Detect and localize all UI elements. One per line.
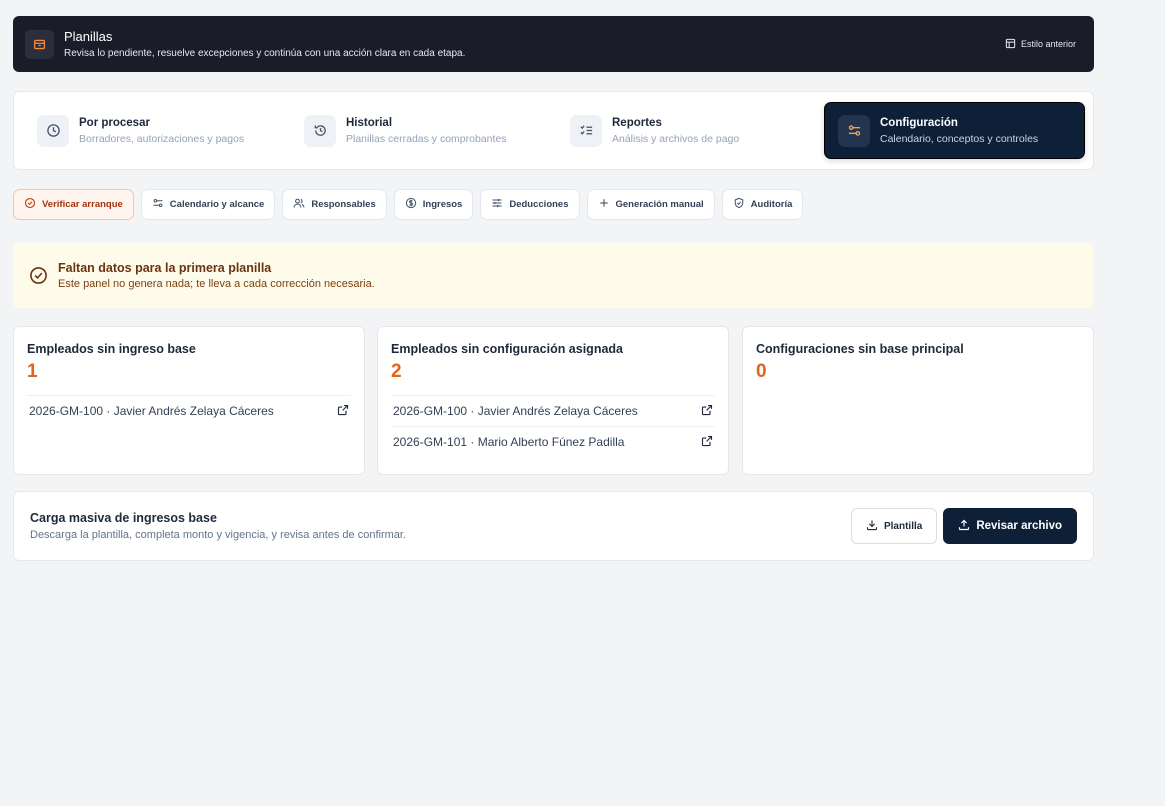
tab-label: Deducciones (509, 199, 569, 210)
page-header: Planillas Revisa lo pendiente, resuelve … (13, 16, 1094, 72)
legacy-style-label: Estilo anterior (1020, 39, 1076, 49)
stage-historial[interactable]: Historial Planillas cerradas y comproban… (291, 102, 541, 159)
shield-check-icon (733, 197, 745, 212)
tab-calendario-y-alcance[interactable]: Calendario y alcance (140, 189, 276, 220)
stage-title: Por procesar (79, 116, 150, 129)
download-template-button[interactable]: Plantilla (850, 508, 938, 544)
page-subtitle: Revisa lo pendiente, resuelve excepcione… (64, 48, 466, 59)
tab-ingresos[interactable]: Ingresos (393, 189, 474, 220)
tab-verificar-arranque[interactable]: Verificar arranque (13, 189, 134, 220)
stage-title: Reportes (612, 116, 662, 129)
tab-label: Verificar arranque (42, 199, 123, 210)
stage-reportes[interactable]: Reportes Análisis y archivos de pago (557, 102, 807, 159)
button-label: Plantilla (883, 520, 923, 532)
tab-generacion-manual[interactable]: Generación manual (586, 189, 715, 220)
config-tabs: Verificar arranque Calendario y alcance … (13, 189, 804, 220)
archive-icon (25, 29, 54, 59)
check-circle-icon (29, 266, 48, 285)
adjustments-icon (491, 197, 503, 212)
card-empleados-sin-ingreso-base: Empleados sin ingreso base 1 2026-GM-100… (13, 326, 365, 475)
list-item[interactable]: 2026-GM-101 · Mario Alberto Fúnez Padill… (391, 426, 715, 457)
tab-responsables[interactable]: Responsables (282, 189, 387, 220)
stage-title: Historial (346, 116, 393, 129)
download-icon (866, 519, 878, 534)
page-title: Planillas (64, 29, 113, 44)
checklist-icon (570, 114, 602, 147)
card-title: Empleados sin configuración asignada (391, 342, 623, 356)
stage-configuracion[interactable]: Configuración Calendario, conceptos y co… (824, 102, 1085, 159)
card-configuraciones-sin-base: Configuraciones sin base principal 0 (742, 326, 1094, 475)
bulk-title: Carga masiva de ingresos base (30, 511, 217, 525)
alert-title: Faltan datos para la primera planilla (58, 261, 272, 275)
review-file-button[interactable]: Revisar archivo (943, 508, 1077, 544)
stage-por-procesar[interactable]: Por procesar Borradores, autorizaciones … (24, 102, 274, 159)
stage-subtitle: Análisis y archivos de pago (612, 132, 740, 145)
tab-deducciones[interactable]: Deducciones (480, 189, 580, 220)
external-link-icon[interactable] (337, 404, 349, 419)
upload-icon (958, 519, 970, 534)
sliders-icon (152, 197, 164, 212)
alert-subtitle: Este panel no genera nada; te lleva a ca… (58, 278, 375, 290)
stage-subtitle: Planillas cerradas y comprobantes (346, 132, 507, 145)
tab-label: Calendario y alcance (169, 199, 265, 210)
card-title: Configuraciones sin base principal (756, 342, 964, 356)
card-title: Empleados sin ingreso base (27, 342, 196, 356)
stage-subtitle: Calendario, conceptos y controles (880, 132, 1039, 145)
card-count: 1 (27, 361, 38, 382)
tab-label: Generación manual (615, 199, 704, 210)
missing-data-alert: Faltan datos para la primera planilla Es… (13, 243, 1094, 308)
employee-label: 2026-GM-101 · Mario Alberto Fúnez Padill… (393, 435, 625, 449)
history-icon (304, 114, 336, 147)
clock-icon (37, 114, 69, 147)
external-link-icon[interactable] (701, 435, 713, 450)
users-icon (293, 197, 305, 212)
stage-subtitle: Borradores, autorizaciones y pagos (79, 132, 245, 145)
tab-auditoria[interactable]: Auditoría (721, 189, 804, 220)
button-label: Revisar archivo (976, 520, 1062, 532)
tab-label: Responsables (311, 199, 376, 210)
employee-label: 2026-GM-100 · Javier Andrés Zelaya Cácer… (393, 404, 638, 418)
card-empleados-sin-configuracion: Empleados sin configuración asignada 2 2… (377, 326, 729, 475)
plus-icon (598, 197, 610, 212)
card-count: 2 (391, 361, 402, 382)
stage-selector: Por procesar Borradores, autorizaciones … (13, 91, 1094, 170)
bulk-upload-panel: Carga masiva de ingresos base Descarga l… (13, 491, 1094, 561)
dollar-circle-icon (405, 197, 417, 212)
settings-sliders-icon (838, 114, 870, 147)
bulk-subtitle: Descarga la plantilla, completa monto y … (30, 529, 407, 541)
check-circle-icon (24, 197, 36, 212)
stage-title: Configuración (880, 116, 958, 129)
external-link-icon[interactable] (701, 404, 713, 419)
tab-label: Auditoría (750, 199, 793, 210)
legacy-style-button[interactable]: Estilo anterior (1005, 38, 1082, 51)
card-count: 0 (756, 361, 767, 382)
list-item[interactable]: 2026-GM-100 · Javier Andrés Zelaya Cácer… (391, 395, 715, 426)
tab-label: Ingresos (422, 199, 463, 210)
employee-label: 2026-GM-100 · Javier Andrés Zelaya Cácer… (29, 404, 274, 418)
list-item[interactable]: 2026-GM-100 · Javier Andrés Zelaya Cácer… (27, 395, 351, 426)
layout-icon (1005, 38, 1016, 51)
